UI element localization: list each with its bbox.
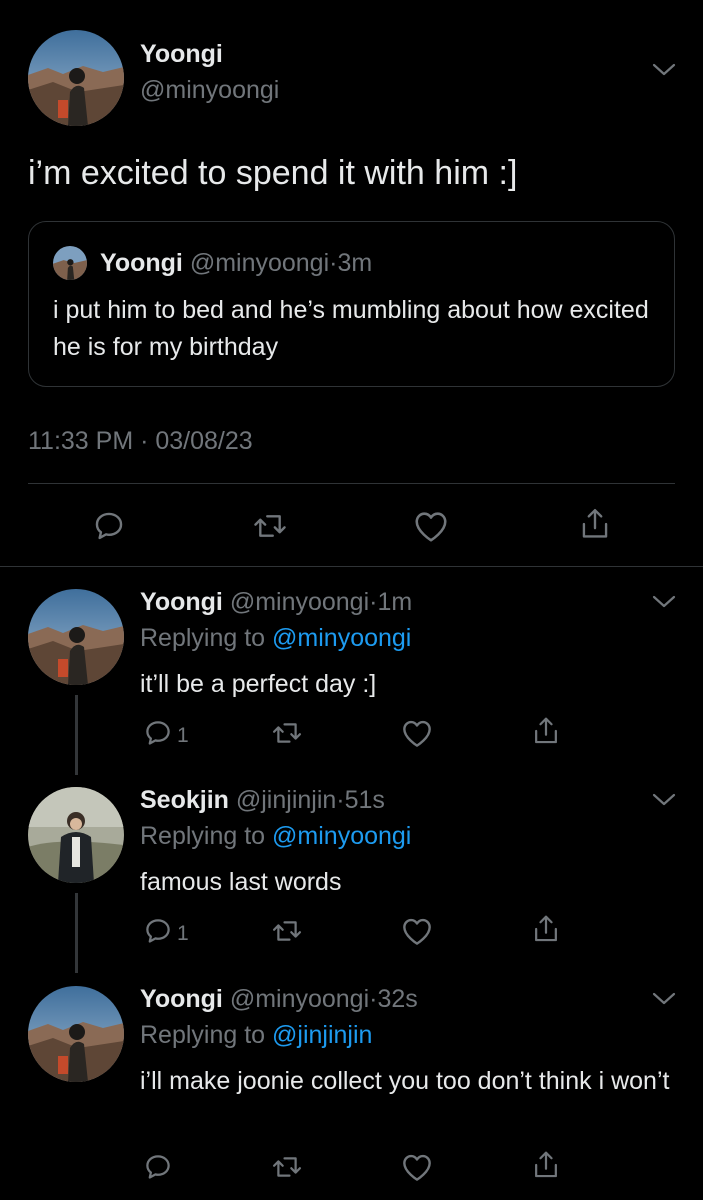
quoted-avatar xyxy=(53,246,87,280)
reply-header: Yoongi @minyoongi·1m xyxy=(140,588,412,617)
avatar[interactable] xyxy=(28,30,124,126)
avatar[interactable] xyxy=(28,589,124,685)
replying-to-link[interactable]: @minyoongi xyxy=(272,822,411,850)
chevron-down-icon[interactable] xyxy=(651,594,677,610)
display-name[interactable]: Yoongi xyxy=(140,985,223,1013)
quoted-display-name: Yoongi xyxy=(100,249,183,277)
quoted-handle: @minyoongi xyxy=(189,249,330,277)
replying-to-label: Replying to xyxy=(140,624,273,652)
retweet-icon[interactable] xyxy=(252,509,288,543)
quoted-header: Yoongi @minyoongi·3m xyxy=(100,249,372,278)
chevron-down-icon[interactable] xyxy=(651,792,677,808)
quoted-time: 3m xyxy=(337,249,373,277)
like-icon[interactable] xyxy=(401,916,433,946)
reply-icon[interactable] xyxy=(143,916,173,946)
replying-to-link[interactable]: @jinjinjin xyxy=(272,1021,372,1049)
thread-line xyxy=(75,893,78,973)
tweet-timestamp: 11:33 PM · 03/08/23 xyxy=(28,427,253,455)
chevron-down-icon[interactable] xyxy=(651,62,677,78)
like-icon[interactable] xyxy=(401,1152,433,1182)
display-name[interactable]: Seokjin xyxy=(140,786,229,814)
reply-header: Yoongi @minyoongi·32s xyxy=(140,985,418,1014)
share-icon[interactable] xyxy=(531,1149,561,1181)
divider xyxy=(28,483,675,484)
reply-time: 1m xyxy=(377,588,413,616)
replying-to-link[interactable]: @minyoongi xyxy=(272,624,411,652)
reply-text: i’ll make joonie collect you too don’t t… xyxy=(140,1067,670,1095)
handle[interactable]: @minyoongi xyxy=(230,588,369,616)
replying-to: Replying to @minyoongi xyxy=(140,822,411,851)
separator-dot: · xyxy=(336,786,345,814)
handle[interactable]: @jinjinjin xyxy=(236,786,336,814)
chevron-down-icon[interactable] xyxy=(651,991,677,1007)
reply-count: 1 xyxy=(177,724,189,747)
reply-count: 1 xyxy=(177,922,189,945)
handle[interactable]: @minyoongi xyxy=(230,985,369,1013)
quoted-text: i put him to bed and he’s mumbling about… xyxy=(53,296,649,361)
share-icon[interactable] xyxy=(531,913,561,945)
tweet-text: i’m excited to spend it with him :] xyxy=(28,154,518,192)
retweet-icon[interactable] xyxy=(271,718,303,748)
reply-text: it’ll be a perfect day :] xyxy=(140,670,377,698)
share-icon[interactable] xyxy=(578,506,612,542)
avatar[interactable] xyxy=(28,986,124,1082)
reply-time: 51s xyxy=(344,786,385,814)
reply-icon[interactable] xyxy=(143,1152,173,1182)
like-icon[interactable] xyxy=(413,509,449,543)
reply-time: 32s xyxy=(377,985,418,1013)
reply-text: famous last words xyxy=(140,868,342,896)
display-name[interactable]: Yoongi xyxy=(140,588,223,616)
reply-icon[interactable] xyxy=(92,509,126,543)
reply-icon[interactable] xyxy=(143,718,173,748)
retweet-icon[interactable] xyxy=(271,916,303,946)
reply-header: Seokjin @jinjinjin·51s xyxy=(140,786,385,815)
handle[interactable]: @minyoongi xyxy=(140,76,279,105)
replying-to-label: Replying to xyxy=(140,1021,273,1049)
thread-line xyxy=(75,695,78,775)
replying-to: Replying to @minyoongi xyxy=(140,624,411,653)
like-icon[interactable] xyxy=(401,718,433,748)
replying-to: Replying to @jinjinjin xyxy=(140,1021,372,1050)
avatar[interactable] xyxy=(28,787,124,883)
retweet-icon[interactable] xyxy=(271,1152,303,1182)
share-icon[interactable] xyxy=(531,715,561,747)
display-name[interactable]: Yoongi xyxy=(140,40,223,69)
divider xyxy=(0,566,703,567)
replying-to-label: Replying to xyxy=(140,822,273,850)
